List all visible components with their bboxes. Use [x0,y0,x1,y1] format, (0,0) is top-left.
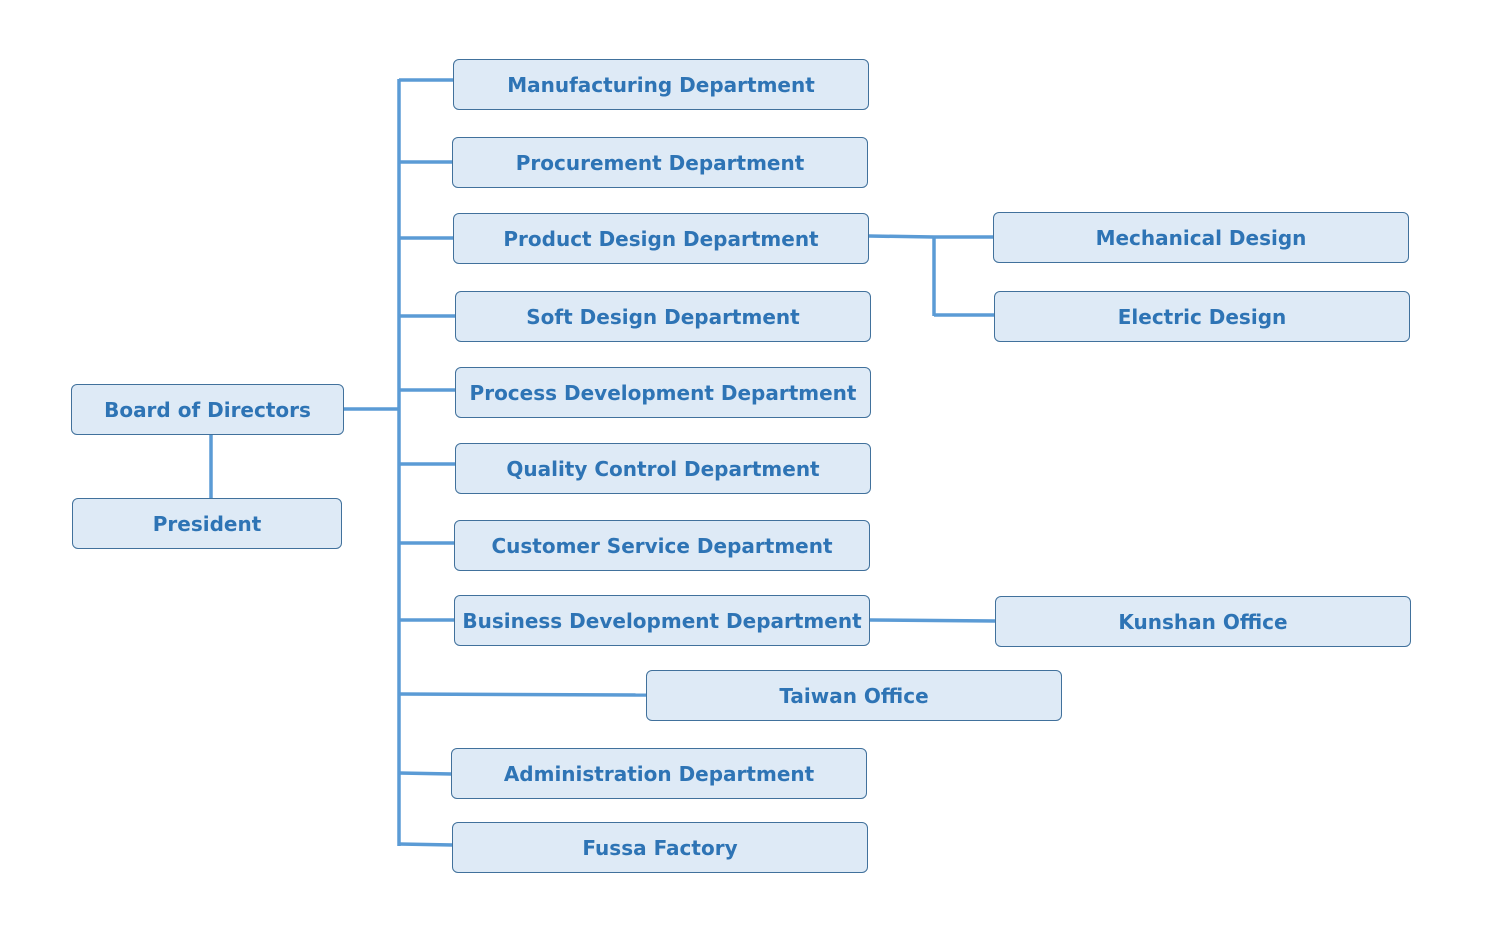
connector-product-sub [868,234,935,239]
connector-taiwan [398,692,648,697]
org-chart: Board of Directors President Manufacturi… [0,0,1491,936]
node-board-of-directors: Board of Directors [71,384,344,435]
node-manufacturing: Manufacturing Department [453,59,869,110]
node-taiwan-office: Taiwan Office [646,670,1062,721]
node-mechanical-design: Mechanical Design [993,212,1409,263]
node-electric-design: Electric Design [994,291,1410,342]
node-fussa-factory: Fussa Factory [452,822,868,873]
node-process-development: Process Development Department [455,367,871,418]
node-product-design: Product Design Department [453,213,869,264]
connector-kunshan [869,618,997,623]
node-customer-service: Customer Service Department [454,520,870,571]
node-procurement: Procurement Department [452,137,868,188]
node-quality-control: Quality Control Department [455,443,871,494]
node-administration: Administration Department [451,748,867,799]
node-business-development: Business Development Department [454,595,870,646]
node-president: President [72,498,342,549]
connector-admin [398,771,453,776]
connector-fussa [398,842,454,847]
node-kunshan-office: Kunshan Office [995,596,1411,647]
node-soft-design: Soft Design Department [455,291,871,342]
